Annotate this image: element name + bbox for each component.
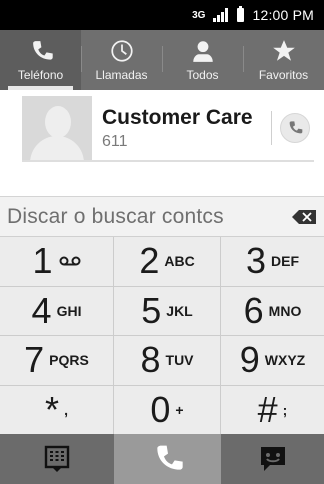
dialpad-icon: [44, 445, 70, 472]
call-contact-button[interactable]: [280, 113, 310, 143]
key-8[interactable]: 8 TUV: [114, 336, 221, 386]
key-digit: 6: [243, 289, 264, 331]
voicemail-icon: [59, 256, 81, 266]
divider: [22, 160, 314, 162]
key-5[interactable]: 5 JKL: [114, 286, 221, 336]
key-4[interactable]: 4 GHI: [0, 286, 114, 336]
key-1[interactable]: 1: [0, 237, 114, 287]
battery-icon: [237, 6, 245, 22]
key-digit: 2: [139, 240, 160, 282]
tab-llamadas[interactable]: Llamadas: [81, 30, 162, 90]
dialpad: 1 2 ABC 3 DEF 4 GHI 5 JKL 6 MNO 7 PQRS 8 TUV 9W…: [0, 236, 324, 435]
key-letters: ;: [282, 401, 288, 418]
contact-suggestion[interactable]: Customer Care 611: [22, 96, 314, 160]
key-digit: 5: [141, 289, 162, 331]
dial-input-row: Discar o buscar contcs: [0, 196, 324, 236]
key-digit: 3: [245, 240, 267, 282]
person-icon: [192, 41, 213, 62]
bottom-action-bar: [0, 434, 324, 484]
key-letters: WXYZ: [264, 352, 306, 369]
message-icon: [260, 447, 285, 471]
call-icon: [156, 445, 183, 470]
tab-label: Llamadas: [95, 68, 148, 82]
tab-label: Favoritos: [258, 68, 309, 82]
key-0[interactable]: 0 +: [114, 385, 221, 435]
message-button[interactable]: [221, 434, 324, 484]
key-star[interactable]: *,: [0, 385, 114, 435]
dialpad-toggle-button[interactable]: [0, 434, 114, 484]
key-letters: +: [175, 401, 184, 418]
backspace-button[interactable]: [284, 209, 324, 224]
key-digit: 0: [150, 388, 171, 430]
avatar: [22, 96, 92, 160]
contact-info: Customer Care 611: [102, 106, 271, 151]
tab-bar: Teléfono Llamadas Todos Favoritos: [0, 30, 324, 90]
tab-favoritos[interactable]: Favoritos: [243, 30, 324, 90]
key-letters: JKL: [166, 302, 193, 319]
key-3[interactable]: 3 DEF: [221, 237, 324, 287]
status-clock: 12:00 PM: [252, 7, 314, 23]
key-6[interactable]: 6 MNO: [221, 286, 324, 336]
key-digit: 7: [24, 339, 45, 381]
dial-search-input[interactable]: Discar o buscar contcs: [0, 205, 284, 229]
network-type-label: 3G: [192, 9, 206, 21]
phone-icon: [32, 41, 53, 60]
key-digit: 1: [32, 240, 53, 282]
network-indicator: 3G: [192, 9, 206, 21]
tab-todos[interactable]: Todos: [162, 30, 243, 90]
key-letters: MNO: [268, 302, 302, 319]
tab-label: Teléfono: [17, 68, 64, 82]
signal-icon: [213, 8, 229, 22]
key-hash[interactable]: #;: [221, 385, 324, 435]
status-bar: 3G 12:00 PM: [0, 0, 324, 30]
key-letters: GHI: [56, 302, 82, 319]
divider: [271, 111, 272, 145]
backspace-icon: [292, 209, 316, 224]
key-digit: 9: [239, 339, 260, 381]
call-button[interactable]: [114, 434, 221, 484]
star-icon: [272, 40, 295, 61]
contact-name: Customer Care: [102, 105, 253, 129]
key-digit: *: [45, 388, 60, 430]
key-9[interactable]: 9 WXYZ: [221, 336, 324, 386]
key-7[interactable]: 7 PQRS: [0, 336, 114, 386]
key-letters: DEF: [271, 253, 300, 270]
key-digit: #: [257, 388, 278, 430]
tab-telefono[interactable]: Teléfono: [0, 30, 81, 90]
clock-icon: [110, 40, 133, 62]
contact-number: 611: [102, 132, 128, 150]
key-2[interactable]: 2 ABC: [114, 237, 221, 287]
tab-label: Todos: [186, 68, 219, 82]
key-letters: TUV: [165, 352, 194, 369]
key-digit: 4: [31, 289, 52, 331]
key-digit: 8: [140, 339, 161, 381]
key-letters: ABC: [164, 253, 195, 270]
phone-icon: [289, 121, 303, 134]
key-letters: ,: [64, 401, 68, 418]
key-letters: PQRS: [49, 352, 89, 369]
